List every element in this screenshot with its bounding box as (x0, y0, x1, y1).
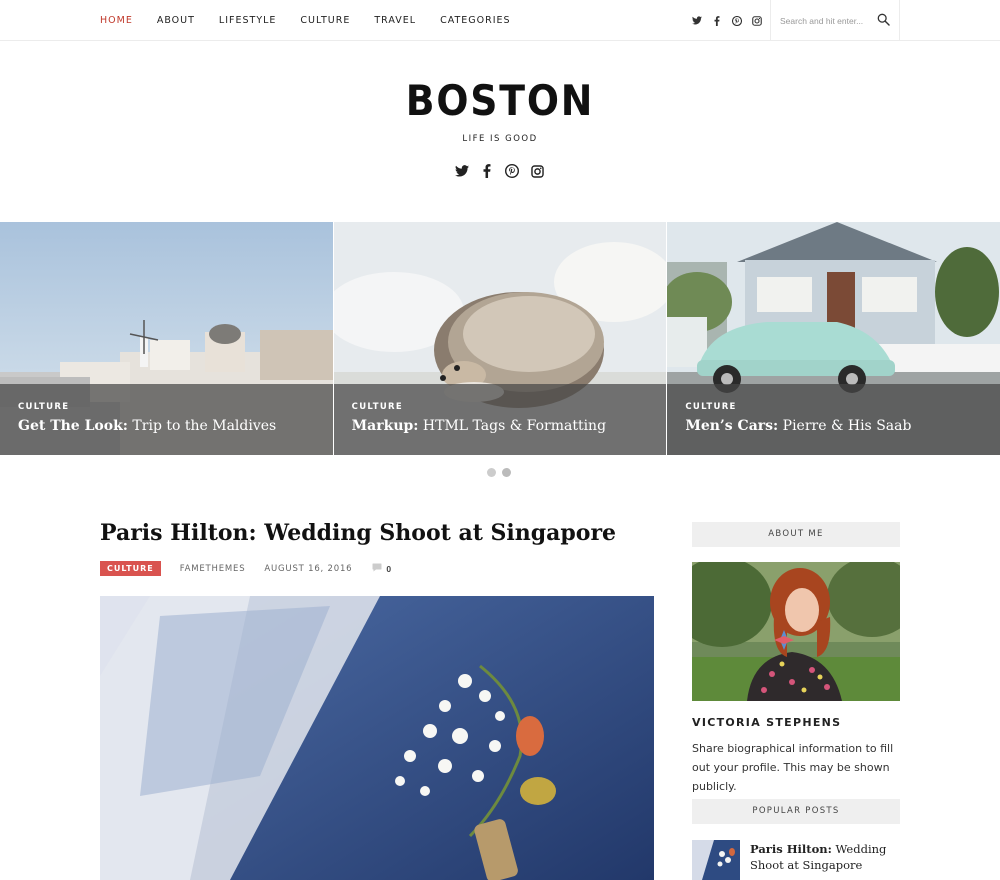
slide-2-caption: CULTURE Markup: HTML Tags & Formatting (333, 384, 667, 455)
post-meta: CULTURE FAMETHEMES AUGUST 16, 2016 0 (100, 561, 391, 576)
slide-2[interactable]: CULTURE Markup: HTML Tags & Formatting (333, 222, 667, 455)
widget-title-popular: POPULAR POSTS (692, 799, 900, 824)
slide-3-title-rest: Pierre & His Saab (778, 418, 912, 434)
facebook-icon[interactable] (480, 164, 494, 178)
facebook-icon[interactable] (712, 15, 722, 26)
slide-2-title[interactable]: Markup: HTML Tags & Formatting (352, 418, 667, 434)
category-badge[interactable]: CULTURE (100, 561, 161, 576)
nav-categories[interactable]: CATEGORIES (440, 15, 510, 26)
twitter-icon[interactable] (455, 164, 469, 178)
slide-3-category[interactable]: CULTURE (685, 402, 1000, 412)
post-title-rest: Wedding Shoot at Singapore (256, 520, 617, 546)
slide-3[interactable]: CULTURE Men’s Cars: Pierre & His Saab (667, 222, 1000, 455)
post-date: AUGUST 16, 2016 (264, 563, 353, 574)
post-image-art (100, 596, 654, 880)
slide-2-category[interactable]: CULTURE (352, 402, 667, 412)
twitter-icon[interactable] (692, 16, 702, 26)
about-photo (692, 562, 900, 701)
post-title[interactable]: Paris Hilton: Wedding Shoot at Singapore (100, 520, 616, 546)
search-box (770, 0, 900, 41)
slide-3-title[interactable]: Men’s Cars: Pierre & His Saab (685, 418, 1000, 434)
slide-1-title-bold: Get The Look: (18, 418, 128, 434)
site-title[interactable]: BOSTON (50, 76, 950, 125)
instagram-icon[interactable] (752, 15, 762, 26)
featured-slider: CULTURE Get The Look: Trip to the Maldiv… (0, 222, 1000, 455)
pinterest-icon[interactable] (732, 15, 742, 26)
slide-3-title-bold: Men’s Cars: (685, 418, 779, 434)
header-social-links (455, 164, 544, 178)
slider-pagination (487, 468, 511, 477)
slide-1-title[interactable]: Get The Look: Trip to the Maldives (18, 418, 333, 434)
popular-post-title-bold: Paris Hilton: (750, 842, 832, 856)
slide-1-caption: CULTURE Get The Look: Trip to the Maldiv… (0, 384, 333, 455)
instagram-icon[interactable] (530, 164, 544, 178)
nav-travel[interactable]: TRAVEL (374, 15, 416, 26)
slide-2-title-bold: Markup: (351, 418, 419, 434)
post-author[interactable]: FAMETHEMES (180, 564, 246, 574)
comments-link[interactable]: 0 (372, 563, 391, 574)
slide-1[interactable]: CULTURE Get The Look: Trip to the Maldiv… (0, 222, 333, 455)
slide-3-caption: CULTURE Men’s Cars: Pierre & His Saab (667, 384, 1000, 455)
about-bio: Share biographical information to fill o… (692, 742, 894, 793)
popular-post-thumbnail[interactable] (692, 840, 740, 880)
slider-dot-1[interactable] (487, 468, 496, 477)
post-featured-image[interactable] (100, 596, 654, 880)
slide-2-title-rest: HTML Tags & Formatting (418, 418, 607, 434)
nav-home[interactable]: HOME (100, 15, 133, 26)
comment-count: 0 (386, 563, 392, 574)
widget-title-about: ABOUT ME (692, 522, 900, 547)
main-nav: HOME ABOUT LIFESTYLE CULTURE TRAVEL CATE… (100, 0, 535, 41)
search-icon[interactable] (877, 13, 890, 31)
popular-post-thumb-art (692, 840, 740, 880)
pinterest-icon[interactable] (505, 164, 519, 178)
nav-about[interactable]: ABOUT (157, 15, 195, 26)
about-photo-art (692, 562, 900, 701)
slider-dot-2[interactable] (502, 468, 511, 477)
popular-post-title[interactable]: Paris Hilton: Wedding Shoot at Singapore (750, 841, 902, 873)
site-tagline: LIFE IS GOOD (462, 134, 538, 144)
slide-1-category[interactable]: CULTURE (18, 402, 333, 412)
nav-lifestyle[interactable]: LIFESTYLE (219, 15, 277, 26)
about-name: VICTORIA STEPHENS (692, 716, 842, 729)
nav-culture[interactable]: CULTURE (300, 15, 350, 26)
top-bar: HOME ABOUT LIFESTYLE CULTURE TRAVEL CATE… (0, 0, 1000, 41)
top-social-links (692, 0, 762, 41)
post-title-bold: Paris Hilton: (100, 520, 257, 546)
search-input[interactable] (780, 15, 876, 26)
slide-1-title-rest: Trip to the Maldives (127, 418, 277, 434)
comment-icon (372, 563, 382, 574)
